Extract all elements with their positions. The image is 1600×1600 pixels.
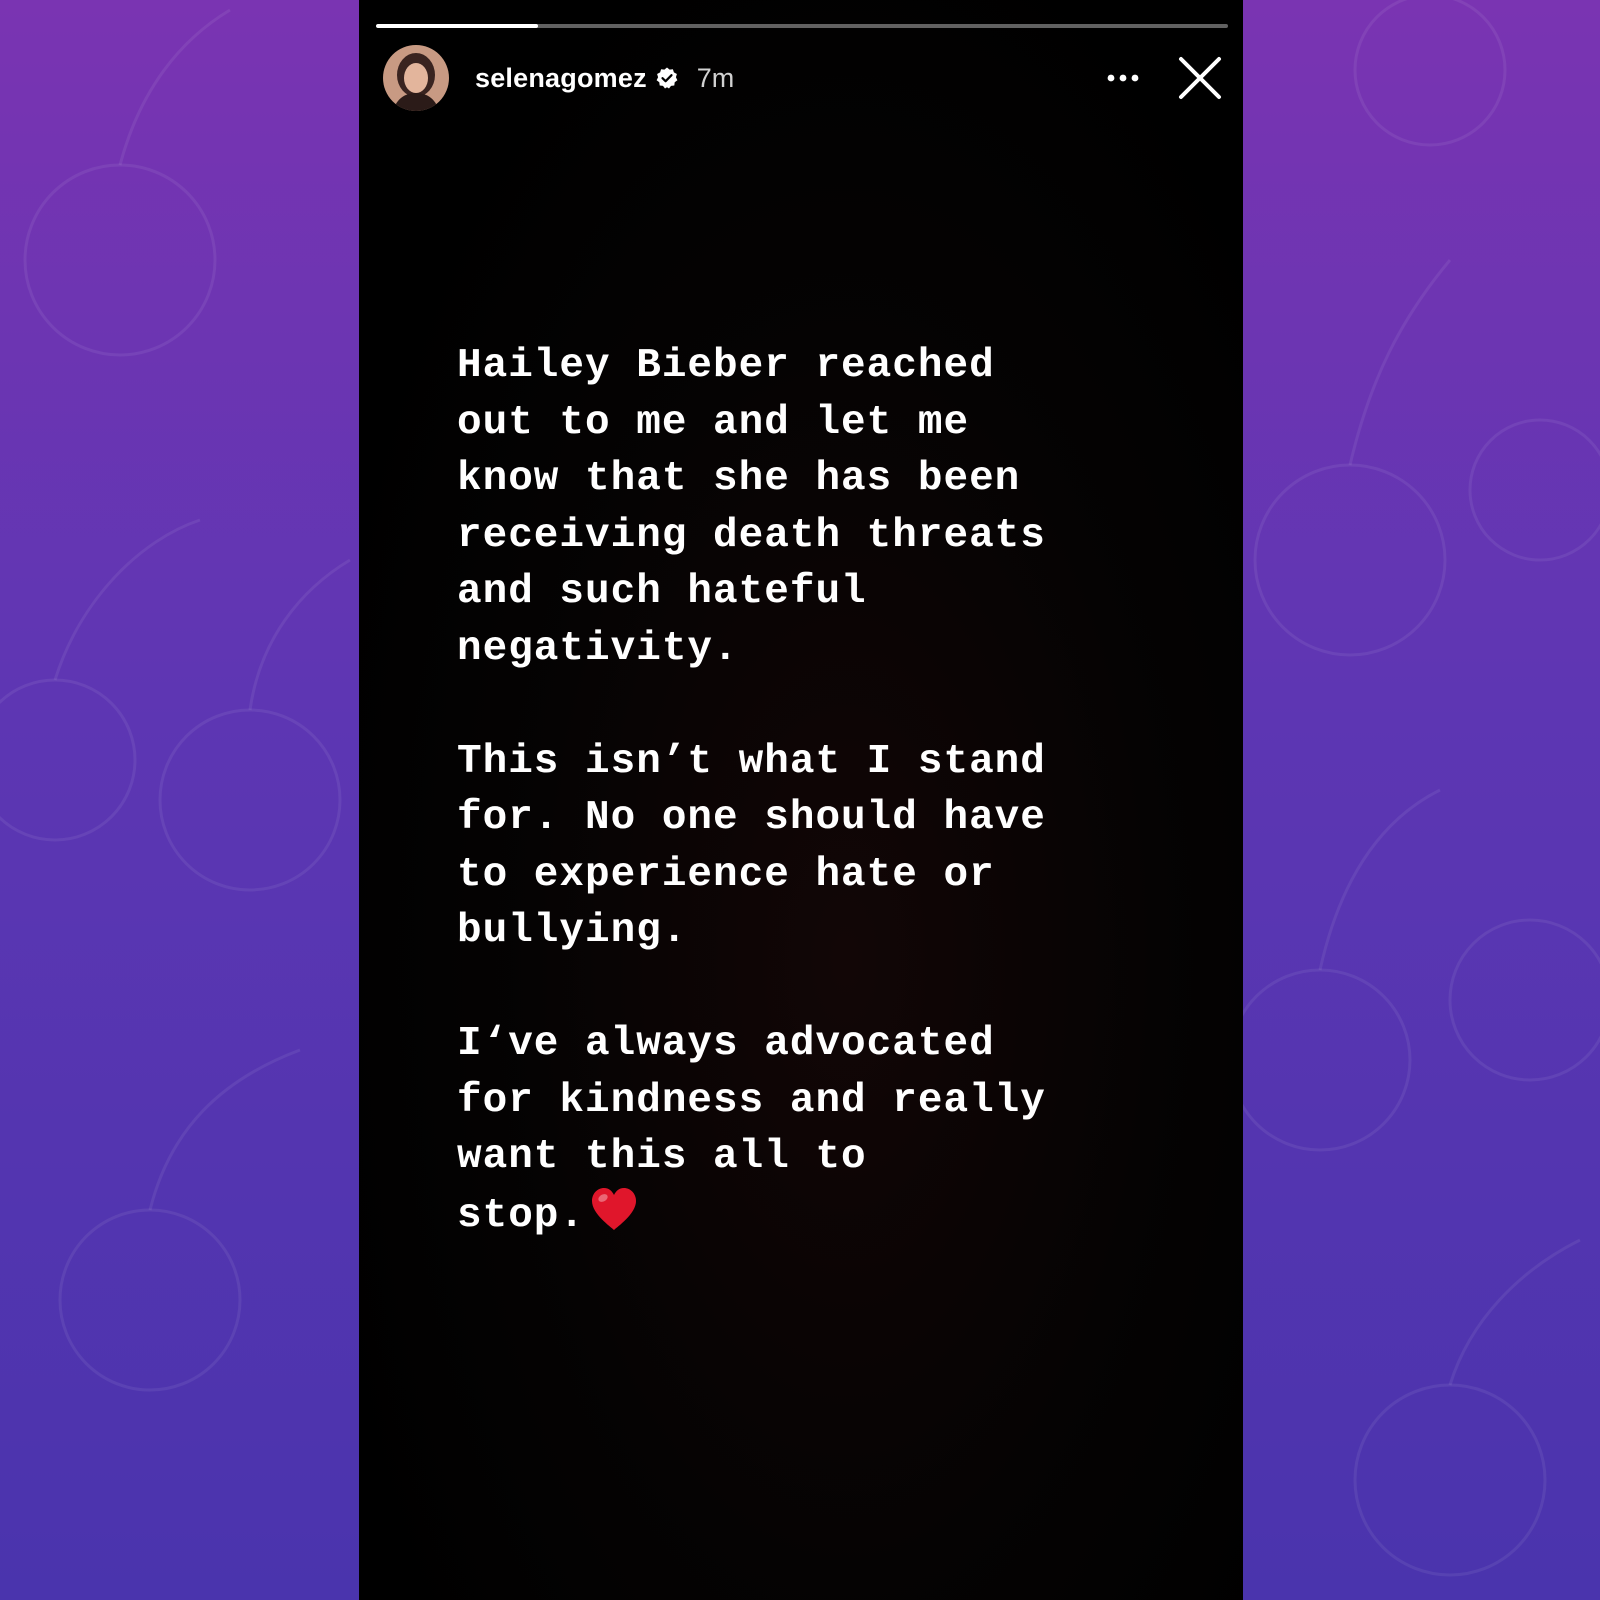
- story-text: Hailey Bieber reached out to me and let …: [457, 338, 1197, 1244]
- close-icon: [1179, 57, 1221, 99]
- verified-badge-icon: [655, 66, 679, 90]
- text-line: negativity.: [457, 625, 739, 672]
- text-line: for kindness and really: [457, 1077, 1046, 1124]
- text-line: know that she has been: [457, 456, 1021, 502]
- text-line: for. No one should have: [457, 795, 1046, 841]
- story-progress-bar: [376, 24, 1228, 28]
- story-viewer[interactable]: selenagomez 7m Hailey Bieber reached out: [359, 0, 1243, 1600]
- text-line: want this all to: [457, 1134, 867, 1180]
- text-line: I‘ve always advocated: [457, 1021, 995, 1067]
- more-options-icon: [1107, 74, 1139, 82]
- text-line: Hailey Bieber reached: [457, 343, 995, 389]
- text-line: receiving death threats: [457, 512, 1046, 559]
- post-time: 7m: [696, 62, 735, 93]
- text-line: and such hateful: [457, 569, 867, 615]
- text-line: to experience hate or: [457, 851, 995, 898]
- story-paragraph: This isn’t what I stand for. No one shou…: [457, 734, 1197, 960]
- story-paragraph: I‘ve always advocated for kindness and r…: [457, 1016, 1197, 1244]
- heart-icon: [589, 1186, 639, 1232]
- text-line: stop.: [457, 1192, 586, 1239]
- story-progress-fill: [376, 24, 538, 28]
- text-line: out to me and let me: [457, 399, 970, 446]
- more-options-button[interactable]: [1101, 56, 1145, 100]
- text-line: bullying.: [457, 908, 688, 954]
- story-header: selenagomez 7m: [383, 45, 1225, 111]
- text-line: This isn’t what I stand: [457, 738, 1046, 785]
- close-button[interactable]: [1175, 53, 1225, 103]
- story-paragraph: Hailey Bieber reached out to me and let …: [457, 338, 1197, 677]
- avatar[interactable]: [383, 45, 449, 111]
- username[interactable]: selenagomez: [475, 63, 647, 94]
